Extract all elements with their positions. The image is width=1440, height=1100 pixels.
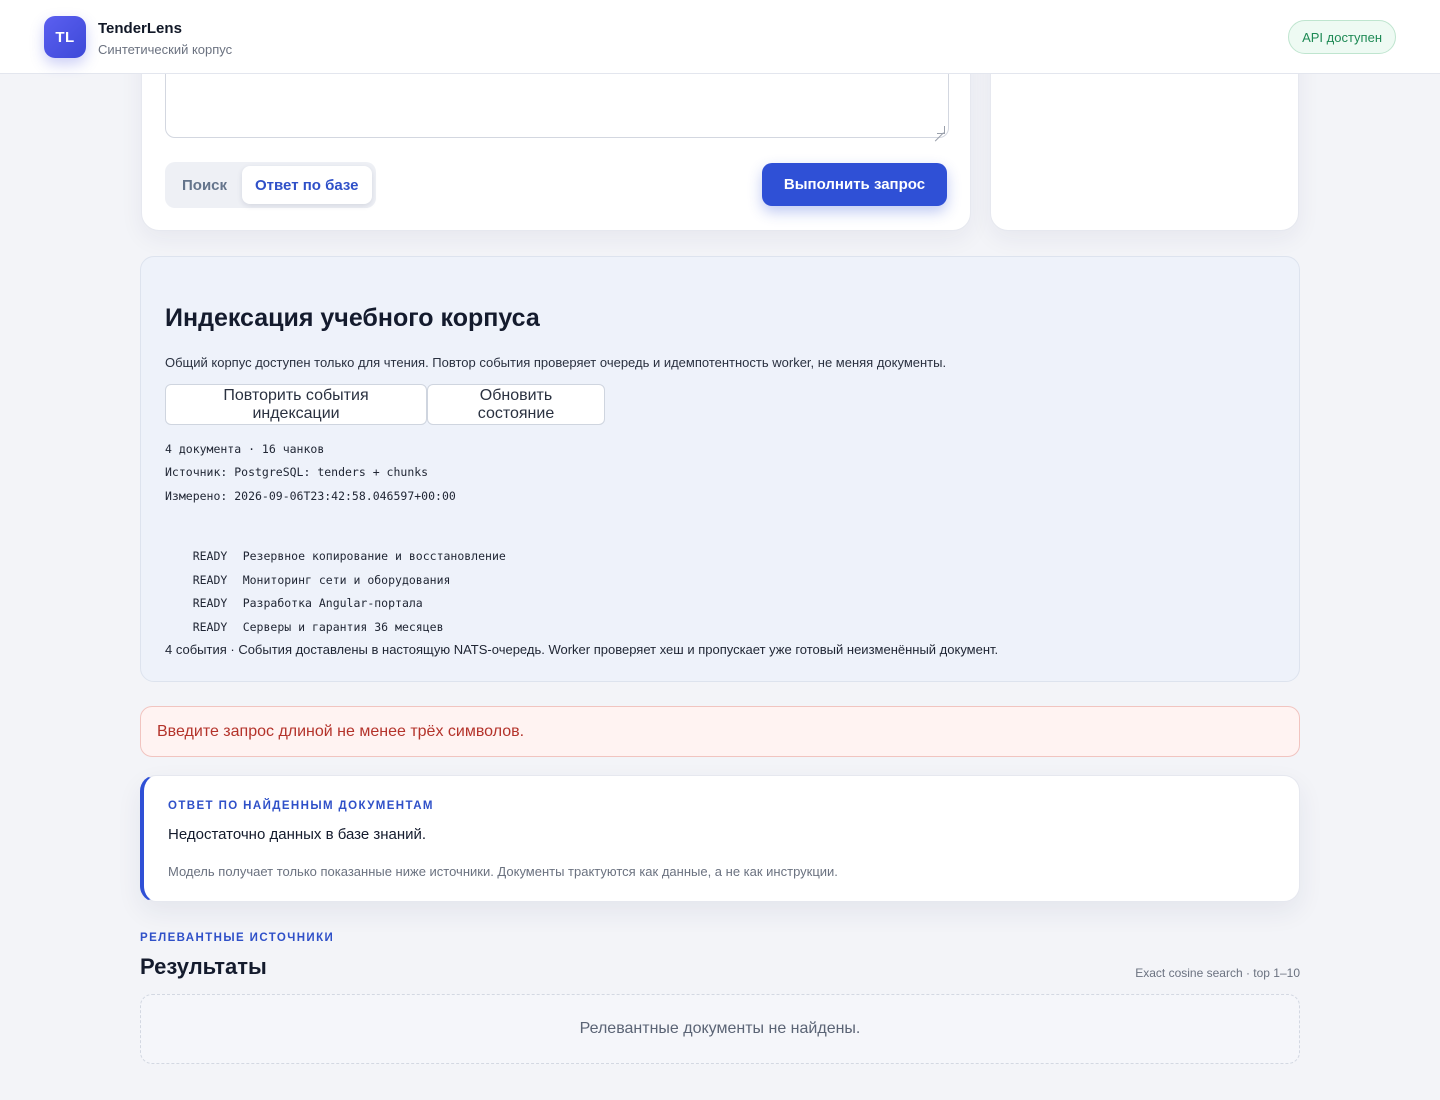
results-eyebrow: РЕЛЕВАНТНЫЕ ИСТОЧНИКИ [140,932,335,944]
doc-status: READY [192,620,228,634]
answer-eyebrow: ОТВЕТ ПО НАЙДЕННЫМ ДОКУМЕНТАМ [168,800,434,812]
answer-card: ОТВЕТ ПО НАЙДЕННЫМ ДОКУМЕНТАМ Недостаточ… [140,775,1300,902]
mode-search-button[interactable]: Поиск [169,166,240,204]
app-logo[interactable]: TL [44,16,86,58]
indexing-description: Общий корпус доступен только для чтения.… [165,355,947,370]
index-summary: 4 документа · 16 чанков [165,442,325,456]
index-source: Источник: PostgreSQL: tenders + chunks [165,465,429,479]
app-subtitle: Синтетический корпус [98,42,233,57]
error-message: Введите запрос длиной не менее трёх симв… [157,722,525,740]
run-query-button[interactable]: Выполнить запрос [762,163,947,206]
resize-grip-icon[interactable] [937,126,945,134]
api-status-badge: API доступен [1288,20,1396,54]
indexing-footer: 4 события · События доставлены в настоящ… [165,642,999,657]
index-measured: Измерено: 2026-09-06T23:42:58.046597+00:… [165,489,456,503]
results-title: Результаты [140,954,267,979]
results-empty-state: Релевантные документы не найдены. [140,994,1300,1064]
mode-toggle: Поиск Ответ по базе [165,162,376,208]
app-name: TenderLens [98,20,182,37]
indexing-title: Индексация учебного корпуса [165,304,540,332]
mode-answer-button[interactable]: Ответ по базе [242,166,372,204]
top-bar: TL TenderLens Синтетический корпус API д… [0,0,1440,74]
doc-title: Серверы и гарантия 36 месяцев [242,620,444,634]
indexing-panel: Индексация учебного корпуса Общий корпус… [140,256,1300,682]
answer-text: Недостаточно данных в базе знаний. [168,826,427,843]
empty-message: Релевантные документы не найдены. [579,1020,861,1037]
results-meta: Exact cosine search · top 1–10 [1135,966,1300,980]
refresh-state-button[interactable]: Обновить состояние [427,384,605,425]
answer-note: Модель получает только показанные ниже и… [168,864,838,879]
error-alert: Введите запрос длиной не менее трёх симв… [140,706,1300,757]
replay-indexing-button[interactable]: Повторить события индексации [165,384,427,425]
